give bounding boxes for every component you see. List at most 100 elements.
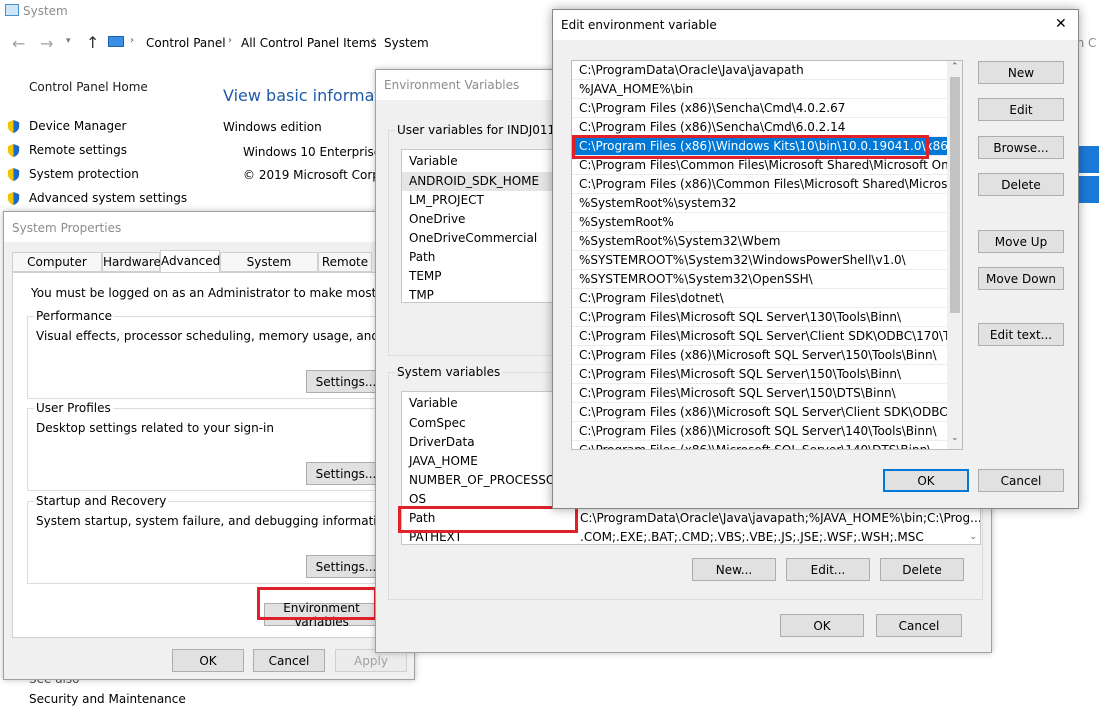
system-window-icon xyxy=(5,4,19,16)
scroll-thumb[interactable] xyxy=(950,77,960,313)
tab-system-protection[interactable]: System Protection xyxy=(220,252,318,287)
sidebar-item-remote-settings[interactable]: Remote settings xyxy=(6,138,187,162)
edit-env-side-buttons: New Edit Browse... Delete Move Up Move D… xyxy=(978,10,1068,350)
sidebar-item-device-manager[interactable]: Device Manager xyxy=(6,114,187,138)
path-entry[interactable]: %SystemRoot% xyxy=(572,213,947,232)
system-var-row-path[interactable]: Path C:\ProgramData\Oracle\Java\javapath… xyxy=(402,509,980,528)
security-maintenance-link[interactable]: Security and Maintenance xyxy=(29,692,186,706)
shield-icon xyxy=(6,143,21,158)
windows-edition-label: Windows edition xyxy=(223,120,322,134)
recent-chevron-icon[interactable]: ▾ xyxy=(66,36,71,46)
edit-env-ok-button[interactable]: OK xyxy=(883,469,969,492)
user-profiles-desc: Desktop settings related to your sign-in xyxy=(36,421,274,435)
edit-env-delete-button[interactable]: Delete xyxy=(978,173,1064,196)
tab-remote[interactable]: Remote xyxy=(318,252,372,272)
edit-env-browse-button[interactable]: Browse... xyxy=(978,136,1064,159)
system-properties-title: System Properties xyxy=(12,221,122,235)
shield-icon xyxy=(6,119,21,134)
control-panel-home-link[interactable]: Control Panel Home xyxy=(29,80,148,94)
system-var-value: .COM;.EXE;.BAT;.CMD;.VBS;.VBE;.JS;.JSE;.… xyxy=(580,530,924,544)
tab-label: Remote xyxy=(321,255,369,269)
path-entry[interactable]: C:\Program Files\Common Files\Microsoft … xyxy=(572,156,947,175)
edit-env-move-up-button[interactable]: Move Up xyxy=(978,230,1064,253)
path-entry[interactable]: C:\Program Files (x86)\Microsoft SQL Ser… xyxy=(572,346,947,365)
path-entry[interactable]: %SYSTEMROOT%\System32\OpenSSH\ xyxy=(572,270,947,289)
tab-label: Advanced xyxy=(161,254,221,268)
edit-env-edit-button[interactable]: Edit xyxy=(978,98,1064,121)
sidebar-item-advanced-settings[interactable]: Advanced system settings xyxy=(6,186,187,210)
path-entry-selected[interactable]: C:\Program Files (x86)\Windows Kits\10\b… xyxy=(572,137,947,156)
path-entry[interactable]: %SYSTEMROOT%\System32\WindowsPowerShell\… xyxy=(572,251,947,270)
path-entry[interactable]: C:\Program Files\Microsoft SQL Server\15… xyxy=(572,384,947,403)
system-properties-titlebar: System Properties xyxy=(4,212,414,242)
performance-desc: Visual effects, processor scheduling, me… xyxy=(36,329,411,343)
path-entry[interactable]: C:\ProgramData\Oracle\Java\javapath xyxy=(572,61,947,80)
path-entries-list[interactable]: C:\ProgramData\Oracle\Java\javapath %JAVA… xyxy=(571,60,963,450)
startup-settings-button[interactable]: Settings... xyxy=(306,555,386,578)
address-bar[interactable]: › Control Panel › All Control Panel Item… xyxy=(104,32,554,54)
sidebar-item-label: System protection xyxy=(29,167,139,181)
path-entry[interactable]: C:\Program Files (x86)\Common Files\Micr… xyxy=(572,175,947,194)
breadcrumb-system[interactable]: System xyxy=(384,36,429,50)
startup-recovery-desc: System startup, system failure, and debu… xyxy=(36,514,392,528)
system-window-title: System xyxy=(23,4,68,18)
sidebar-links: Device Manager Remote settings System pr… xyxy=(6,114,187,210)
startup-recovery-group: Startup and Recovery System startup, sys… xyxy=(27,494,407,584)
back-arrow-icon[interactable]: ← xyxy=(12,34,25,53)
system-list-scroll-down-icon[interactable]: ⌄ xyxy=(969,532,977,542)
environment-variables-cancel-button[interactable]: Cancel xyxy=(876,614,962,637)
tab-strip: Computer Name Hardware Advanced System P… xyxy=(12,250,412,287)
path-entries: C:\ProgramData\Oracle\Java\javapath %JAVA… xyxy=(572,61,947,449)
windows-logo-fragment xyxy=(1078,146,1099,206)
tab-advanced[interactable]: Advanced xyxy=(160,250,220,273)
edit-env-new-button[interactable]: New xyxy=(978,61,1064,84)
edit-environment-variable-dialog: Edit environment variable ✕ C:\ProgramDa… xyxy=(552,9,1079,509)
path-entry[interactable]: C:\Program Files (x86)\Sencha\Cmd\4.0.2.… xyxy=(572,99,947,118)
scroll-down-icon[interactable]: ⌄ xyxy=(951,433,959,443)
environment-variables-button[interactable]: Environment Variables xyxy=(264,601,379,629)
path-entry[interactable]: C:\Program Files\Microsoft SQL Server\15… xyxy=(572,365,947,384)
scroll-up-icon[interactable]: ⌃ xyxy=(951,62,959,72)
system-edit-button[interactable]: Edit... xyxy=(786,558,870,581)
user-profiles-settings-button[interactable]: Settings... xyxy=(306,462,386,485)
path-entry[interactable]: C:\Program Files (x86)\Microsoft SQL Ser… xyxy=(572,403,947,422)
path-entry[interactable]: %SystemRoot%\system32 xyxy=(572,194,947,213)
sidebar-item-system-protection[interactable]: System protection xyxy=(6,162,187,186)
path-entry[interactable]: C:\Program Files\Microsoft SQL Server\Cl… xyxy=(572,327,947,346)
sidebar-item-label: Device Manager xyxy=(29,119,127,133)
path-entry[interactable]: C:\Program Files (x86)\Sencha\Cmd\6.0.2.… xyxy=(572,118,947,137)
path-entry[interactable]: C:\Program Files (x86)\Microsoft SQL Ser… xyxy=(572,441,947,449)
tab-hardware[interactable]: Hardware xyxy=(102,252,161,272)
edit-env-edit-text-button[interactable]: Edit text... xyxy=(978,323,1064,346)
breadcrumb-control-panel[interactable]: Control Panel xyxy=(146,36,226,50)
system-var-row-pathext[interactable]: PATHEXT .COM;.EXE;.BAT;.CMD;.VBS;.VBE;.J… xyxy=(402,528,980,544)
environment-variables-title: Environment Variables xyxy=(384,78,520,92)
tab-computer-name[interactable]: Computer Name xyxy=(12,252,102,287)
path-entry[interactable]: %SystemRoot%\System32\Wbem xyxy=(572,232,947,251)
breadcrumb-sep-icon: › xyxy=(130,35,134,46)
forward-arrow-icon[interactable]: → xyxy=(40,34,53,53)
system-properties-cancel-button[interactable]: Cancel xyxy=(253,649,325,672)
path-entry[interactable]: C:\Program Files (x86)\Microsoft SQL Ser… xyxy=(572,422,947,441)
performance-group: Performance Visual effects, processor sc… xyxy=(27,309,411,399)
user-profiles-group: User Profiles Desktop settings related t… xyxy=(27,401,407,491)
entries-scrollbar[interactable]: ⌃ ⌄ xyxy=(947,61,962,449)
path-entry[interactable]: C:\Program Files\dotnet\ xyxy=(572,289,947,308)
system-delete-button[interactable]: Delete xyxy=(880,558,964,581)
environment-variables-ok-button[interactable]: OK xyxy=(780,614,864,637)
breadcrumb-all-items[interactable]: All Control Panel Items xyxy=(241,36,377,50)
edition-value: Windows 10 Enterprise xyxy=(243,145,382,159)
shield-icon xyxy=(6,167,21,182)
system-properties-ok-button[interactable]: OK xyxy=(172,649,244,672)
up-arrow-icon[interactable]: ↑ xyxy=(86,33,99,52)
path-entry[interactable]: C:\Program Files\Microsoft SQL Server\13… xyxy=(572,308,947,327)
shield-icon xyxy=(6,191,21,206)
edit-env-move-down-button[interactable]: Move Down xyxy=(978,267,1064,290)
performance-settings-button[interactable]: Settings... xyxy=(306,370,386,393)
edit-env-cancel-button[interactable]: Cancel xyxy=(978,469,1064,492)
system-new-button[interactable]: New... xyxy=(692,558,776,581)
edit-env-title: Edit environment variable xyxy=(561,18,717,32)
advanced-tab-panel: You must be logged on as an Administrato… xyxy=(12,272,412,638)
path-entry[interactable]: %JAVA_HOME%\bin xyxy=(572,80,947,99)
system-var-value: C:\ProgramData\Oracle\Java\javapath;%JAV… xyxy=(580,511,980,525)
